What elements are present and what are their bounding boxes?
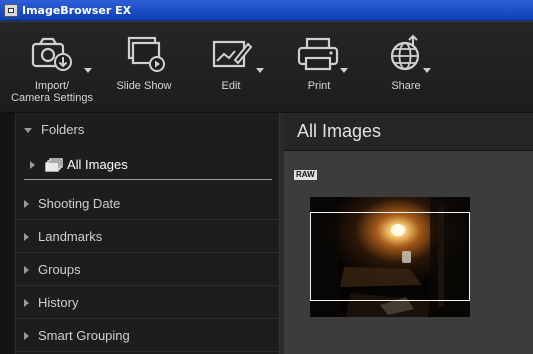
sidebar-section-smart-grouping[interactable]: Smart Grouping: [16, 320, 280, 352]
chevron-down-icon[interactable]: [84, 68, 92, 73]
navigation-panel: Folders All Images Shooting Date Landmar…: [16, 113, 280, 354]
collapsed-triangle-icon[interactable]: [24, 199, 29, 208]
window-titlebar[interactable]: ImageBrowser EX: [0, 0, 533, 21]
main-toolbar: Import/ Camera Settings Slide Show Edit …: [0, 21, 533, 113]
sidebar-gutter: [0, 113, 16, 354]
printer-icon: [297, 37, 339, 71]
sidebar-section-label: Groups: [38, 262, 81, 277]
chevron-down-icon[interactable]: [423, 68, 431, 73]
slideshow-icon: [127, 36, 165, 72]
edit-icon: [212, 40, 253, 68]
sidebar-section-label: Folders: [41, 121, 85, 137]
image-stack-icon: [45, 157, 63, 172]
import-camera-settings-button[interactable]: Import/ Camera Settings: [6, 34, 98, 110]
window-title: ImageBrowser EX: [22, 3, 132, 17]
collapsed-triangle-icon[interactable]: [24, 331, 29, 340]
share-label: Share: [391, 80, 421, 92]
import-camera-settings-label: Import/ Camera Settings: [11, 80, 93, 104]
raw-badge: RAW: [294, 170, 317, 180]
sidebar-section-label: Landmarks: [38, 229, 103, 244]
sidebar-section-label: Shooting Date: [38, 196, 121, 211]
folder-item-all-images[interactable]: All Images: [24, 150, 272, 180]
collapsed-triangle-icon[interactable]: [24, 298, 29, 307]
thumbnail-image: [310, 197, 470, 317]
edit-label: Edit: [221, 80, 241, 92]
print-button[interactable]: Print: [282, 34, 356, 110]
slide-show-button[interactable]: Slide Show: [108, 34, 180, 110]
sidebar-section-history[interactable]: History: [16, 287, 280, 319]
print-label: Print: [307, 80, 331, 92]
expanded-triangle-icon[interactable]: [24, 127, 32, 133]
folder-item-label: All Images: [67, 157, 128, 172]
sidebar-section-label: History: [38, 295, 79, 310]
sidebar-section-shooting-date[interactable]: Shooting Date: [16, 188, 280, 220]
sidebar-section-label: Smart Grouping: [38, 328, 130, 343]
image-thumbnail[interactable]: [310, 197, 470, 317]
collapsed-triangle-icon[interactable]: [24, 265, 29, 274]
camera-import-icon: [31, 37, 72, 71]
slide-show-label: Slide Show: [116, 80, 172, 92]
sidebar-section-landmarks[interactable]: Landmarks: [16, 221, 280, 253]
sidebar-section-groups[interactable]: Groups: [16, 254, 280, 286]
edit-button[interactable]: Edit: [196, 34, 266, 110]
share-button[interactable]: Share: [370, 34, 442, 110]
sidebar: Folders All Images Shooting Date Landmar…: [0, 113, 284, 354]
collapsed-triangle-icon[interactable]: [24, 232, 29, 241]
image-browser-pane: All Images RAW: [284, 113, 533, 354]
page-title: All Images: [297, 121, 382, 141]
sidebar-section-folders[interactable]: Folders: [16, 113, 280, 145]
chevron-down-icon[interactable]: [256, 68, 264, 73]
main-header: All Images: [284, 113, 533, 151]
chevron-down-icon[interactable]: [340, 68, 348, 73]
app-icon: [4, 3, 18, 17]
collapsed-triangle-icon[interactable]: [30, 160, 35, 169]
